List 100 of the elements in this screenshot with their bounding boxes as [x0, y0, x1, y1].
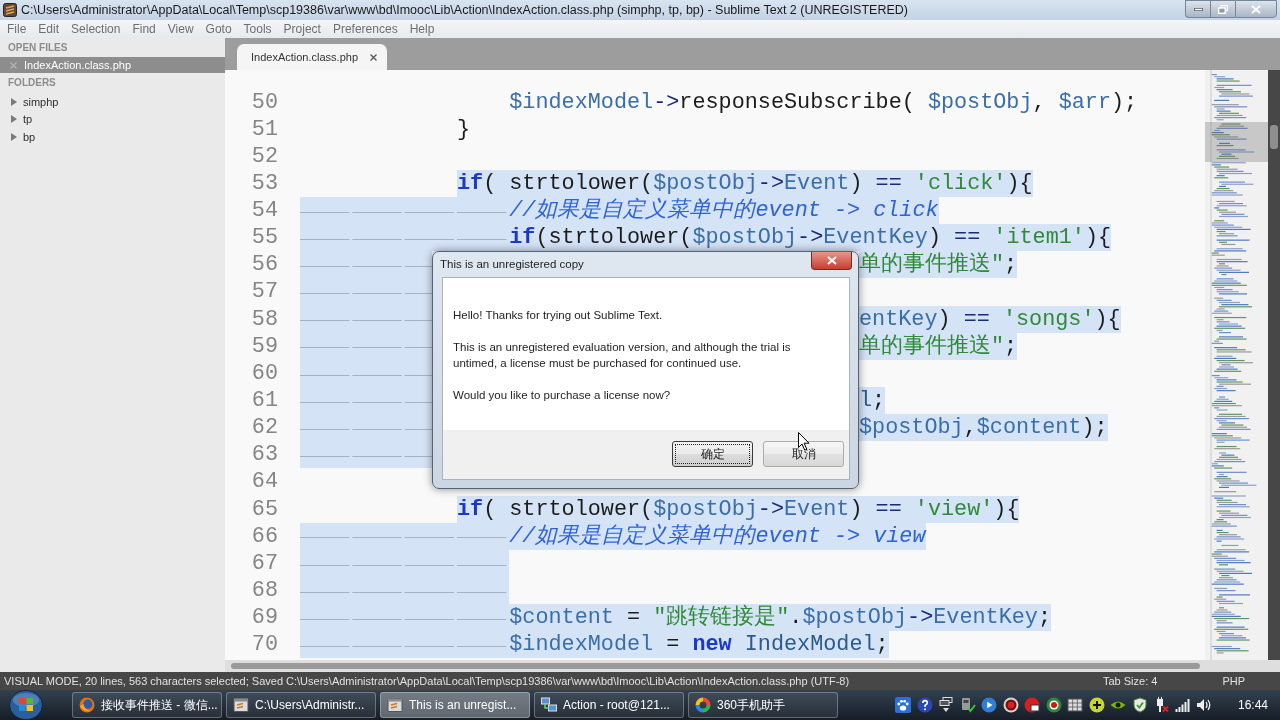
- code-line: if( strtolower($postObj->Event) == 'click'){: [456, 169, 1033, 197]
- code-line: }: [456, 115, 471, 143]
- taskbar-item[interactable]: 360手机助手: [688, 692, 838, 718]
- code-line: entKey) == 'songs'){: [859, 305, 1121, 333]
- scrollbar-thumb[interactable]: [231, 663, 1200, 669]
- help-icon[interactable]: [916, 697, 933, 713]
- menu-item[interactable]: Preferences: [332, 22, 398, 36]
- menu-item[interactable]: Goto: [205, 22, 232, 36]
- code-line: //如果是自定义菜单中的event -> view: [509, 522, 926, 550]
- close-icon: [826, 256, 837, 265]
- minimize-icon: [1193, 7, 1203, 11]
- close-icon: [1251, 4, 1261, 14]
- network-icon: [541, 697, 557, 713]
- line-number: 56: [250, 251, 279, 279]
- record-icon[interactable]: [1002, 697, 1019, 713]
- line-number: 66: [250, 522, 279, 550]
- orb-icon: [9, 690, 43, 720]
- dialog-button[interactable]: 确定: [672, 441, 753, 467]
- caret-icon[interactable]: [10, 115, 18, 124]
- ring-dot-icon[interactable]: [1045, 697, 1062, 713]
- menu-item[interactable]: Project: [283, 22, 321, 36]
- caret-icon[interactable]: [10, 132, 18, 141]
- close-button[interactable]: [811, 252, 852, 270]
- menu-item[interactable]: File: [7, 22, 27, 36]
- taskbar-item[interactable]: Action - root@121...: [534, 692, 684, 718]
- taskbar-item[interactable]: C:\Users\Administr...: [226, 692, 376, 718]
- line-number: 65: [250, 495, 279, 523]
- line-number: 63: [250, 441, 279, 469]
- line-number: 69: [250, 604, 279, 632]
- menu-item[interactable]: Selection: [71, 22, 121, 36]
- minimap[interactable]: [1205, 70, 1268, 660]
- dialog-title: This is an unregistered copy: [440, 258, 585, 270]
- taskbar-item[interactable]: 接收事件推送 - 微信...: [72, 692, 222, 718]
- close-icon[interactable]: [370, 53, 377, 61]
- code-line: 单的事件推送";: [859, 251, 1018, 279]
- code-line: $content = "跳转链接是".$postObj->EventKey;: [509, 604, 1052, 632]
- menu-item[interactable]: Tools: [243, 22, 272, 36]
- message-text: This is an unregistered evaluation version, and although the trial is untimed, a license must be purchased for continued use.: [453, 340, 792, 371]
- play-icon[interactable]: [981, 697, 998, 713]
- line-number: 53: [250, 169, 279, 198]
- code-line: $indexModel->responseSubscribe( $postObj, $arr);: [509, 88, 1138, 116]
- caret-icon[interactable]: [10, 97, 18, 106]
- line-number: 52: [250, 142, 279, 170]
- syntax-label[interactable]: PHP: [1222, 675, 1245, 687]
- restore-button[interactable]: [1210, 0, 1235, 18]
- code-line: $postObj,$content);: [859, 414, 1108, 442]
- globe-icon: [79, 697, 95, 713]
- line-number: 54: [250, 197, 279, 225]
- tab-size-label[interactable]: Tab Size: 4: [1102, 675, 1158, 687]
- scrollbar-thumb[interactable]: [1270, 125, 1278, 149]
- menu-item[interactable]: Find: [132, 22, 156, 36]
- code-line: l;: [859, 387, 886, 415]
- stacked-windows-icon[interactable]: [938, 697, 955, 713]
- window-icon: [387, 697, 403, 713]
- code-line: $indexModel = new IndexModel;: [509, 631, 889, 659]
- minimize-button[interactable]: [1185, 0, 1210, 18]
- line-number: 62: [250, 414, 279, 442]
- window-icon: [233, 697, 249, 713]
- restore-icon: [1218, 4, 1228, 14]
- menu-item[interactable]: View: [167, 22, 194, 36]
- message-text: Hello! Thanks for trying out Sublime Text.: [453, 308, 664, 323]
- folder-item[interactable]: simphp: [0, 93, 225, 111]
- device-check-icon[interactable]: [959, 697, 976, 713]
- dialog-button[interactable]: 取消: [763, 441, 844, 467]
- line-number: 68: [250, 577, 279, 605]
- line-number: 70: [250, 631, 279, 659]
- line-number: 55: [250, 224, 279, 252]
- line-number: 59: [250, 332, 279, 360]
- line-number: 58: [250, 305, 279, 333]
- line-number: 67: [250, 549, 279, 578]
- shield-icon[interactable]: [1131, 697, 1148, 713]
- line-number: 60: [250, 359, 279, 388]
- section-header: OPEN FILES: [7, 41, 69, 55]
- window-title: C:\Users\Administrator\AppData\Local\Temp\scp19386\var\www\bd\Imooc\Lib\Action\IndexAction.class.php (simphp, tp, bp) - Sublime Text 2 (UNREGISTERED): [21, 3, 909, 17]
- line-number: 50: [250, 88, 279, 116]
- message-text: Would you like to purchase a license now?: [453, 388, 672, 403]
- clock[interactable]: 16:44: [1237, 698, 1268, 712]
- file-tab[interactable]: IndexAction.class.php: [237, 44, 387, 70]
- paw-icon[interactable]: [895, 697, 912, 713]
- signal-icon[interactable]: [1174, 697, 1191, 713]
- plus-icon[interactable]: [1088, 697, 1105, 713]
- taskbar-item[interactable]: This is an unregist...: [380, 692, 530, 718]
- line-number: 57: [250, 278, 279, 306]
- line-number: 61: [250, 387, 279, 415]
- ring-icon: [695, 697, 711, 713]
- code-line: if( strtolower($postObj->Event) == 'view'){: [456, 495, 1020, 523]
- menu-item[interactable]: Edit: [38, 22, 60, 36]
- folder-item[interactable]: tp: [0, 110, 225, 128]
- status-message: VISUAL MODE, 20 lines, 563 characters selected; Saved C:\Users\Administrator\AppData\Local\Temp\scp19386\var\www\bd\Imooc\Lib\Action\IndexAction.class.php (UTF-8): [4, 675, 851, 687]
- menu-item[interactable]: Help: [409, 22, 435, 36]
- code-line: //如果是自定义菜单中的event -> click: [509, 197, 939, 225]
- folder-item[interactable]: bp: [0, 128, 225, 146]
- code-line: if(strtolower($postObj->EventKey) == 'item1'){: [509, 224, 1112, 252]
- grid-icon[interactable]: [1067, 697, 1084, 713]
- app-logo-icon: [3, 3, 17, 17]
- speaker-icon[interactable]: [1196, 697, 1213, 713]
- line-number: 64: [250, 468, 279, 496]
- section-header: FOLDERS: [7, 76, 57, 90]
- line-number: 51: [250, 115, 279, 143]
- circle-window-icon[interactable]: [1024, 697, 1041, 713]
